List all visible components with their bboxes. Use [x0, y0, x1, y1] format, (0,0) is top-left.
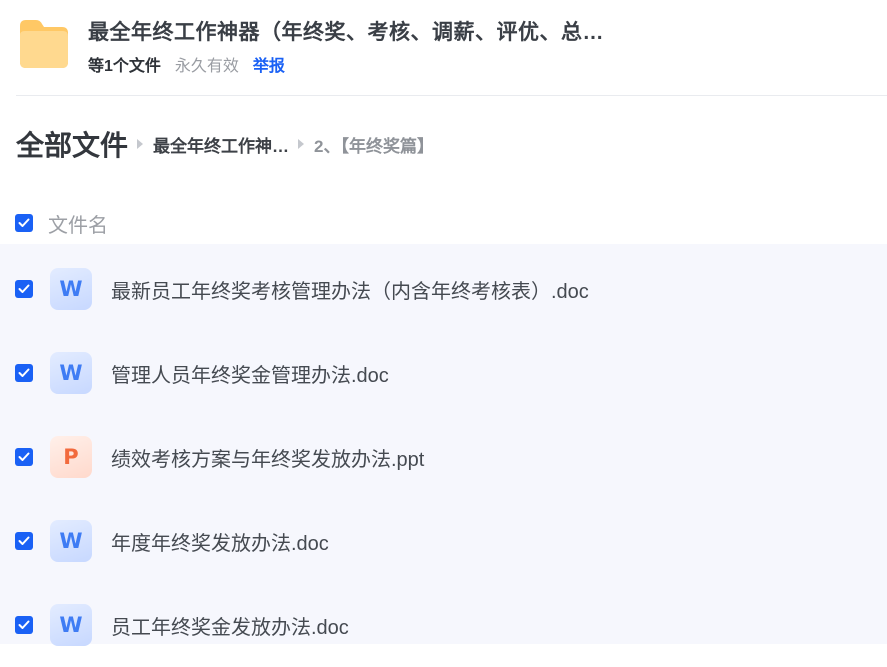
file-checkbox[interactable]: [15, 448, 33, 466]
file-name[interactable]: 年度年终奖发放办法.doc: [111, 527, 329, 556]
breadcrumb-folder[interactable]: 最全年终工作神…: [153, 132, 289, 157]
check-icon: [18, 284, 30, 293]
file-row[interactable]: W 管理人员年终奖金管理办法.doc: [0, 331, 887, 415]
check-icon: [18, 452, 30, 461]
file-name[interactable]: 员工年终奖金发放办法.doc: [111, 611, 349, 640]
word-doc-icon: W: [50, 520, 92, 562]
check-icon: [18, 620, 30, 629]
share-title: 最全年终工作神器（年终奖、考核、调薪、评优、总…: [88, 21, 604, 44]
word-doc-icon: W: [50, 268, 92, 310]
word-doc-icon: W: [50, 604, 92, 646]
word-doc-icon: W: [50, 352, 92, 394]
file-checkbox[interactable]: [15, 532, 33, 550]
column-header-filename[interactable]: 文件名: [48, 209, 108, 238]
file-name[interactable]: 最新员工年终奖考核管理办法（内含年终考核表）.doc: [111, 275, 589, 304]
chevron-right-icon: [137, 139, 144, 149]
select-all-checkbox[interactable]: [15, 214, 33, 232]
file-row[interactable]: W 年度年终奖发放办法.doc: [0, 499, 887, 583]
file-count: 等1个文件: [88, 58, 161, 75]
list-header: 文件名: [0, 202, 887, 244]
breadcrumb-root[interactable]: 全部文件: [16, 124, 128, 164]
file-row[interactable]: W 员工年终奖金发放办法.doc: [0, 583, 887, 667]
file-row[interactable]: P 绩效考核方案与年终奖发放办法.ppt: [0, 415, 887, 499]
powerpoint-icon: P: [50, 436, 92, 478]
validity-label: 永久有效: [174, 58, 239, 75]
file-checkbox[interactable]: [15, 616, 33, 634]
chevron-right-icon: [298, 139, 305, 149]
file-row[interactable]: W 最新员工年终奖考核管理办法（内含年终考核表）.doc: [0, 247, 887, 331]
check-icon: [18, 218, 30, 227]
header-divider: [16, 95, 887, 96]
file-list: W 最新员工年终奖考核管理办法（内含年终考核表）.doc W 管理人员年终奖金管…: [0, 244, 887, 646]
file-name[interactable]: 管理人员年终奖金管理办法.doc: [111, 359, 389, 388]
share-meta: 等1个文件 永久有效 举报: [88, 52, 285, 76]
folder-icon: [16, 18, 70, 70]
share-header: 最全年终工作神器（年终奖、考核、调薪、评优、总… 等1个文件 永久有效 举报: [0, 0, 887, 96]
check-icon: [18, 368, 30, 377]
file-checkbox[interactable]: [15, 280, 33, 298]
report-link[interactable]: 举报: [253, 58, 285, 75]
file-checkbox[interactable]: [15, 364, 33, 382]
breadcrumb: 全部文件 最全年终工作神… 2、【年终奖篇】: [16, 124, 434, 164]
check-icon: [18, 536, 30, 545]
file-name[interactable]: 绩效考核方案与年终奖发放办法.ppt: [111, 443, 424, 472]
breadcrumb-current: 2、【年终奖篇】: [314, 136, 434, 156]
